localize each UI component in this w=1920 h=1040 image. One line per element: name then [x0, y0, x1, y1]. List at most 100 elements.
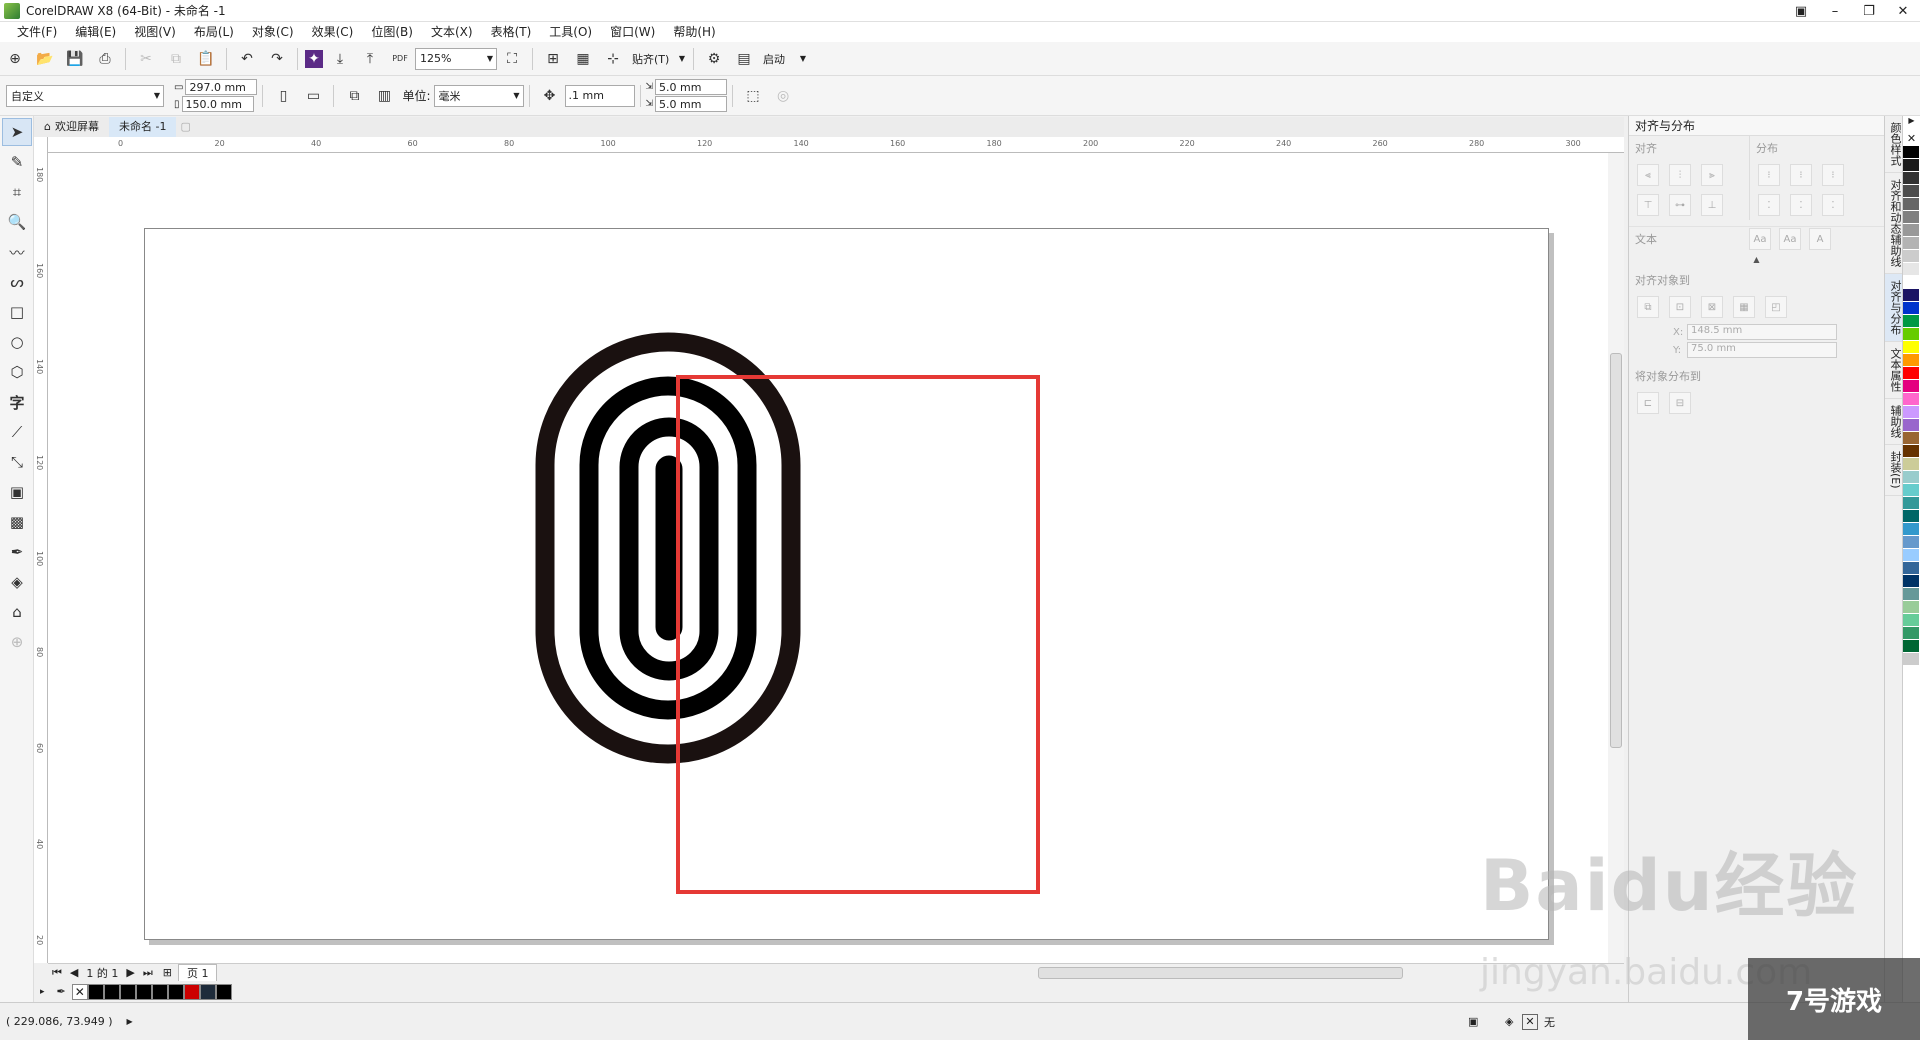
- menu-bitmaps[interactable]: 位图(B): [362, 22, 422, 42]
- transparency-tool-icon[interactable]: ▩: [2, 508, 32, 536]
- color-swatch[interactable]: [1903, 536, 1919, 549]
- color-swatch[interactable]: [1903, 419, 1919, 432]
- color-swatch[interactable]: [1903, 354, 1919, 367]
- import-icon[interactable]: ⤓: [327, 46, 353, 72]
- connector-tool-icon[interactable]: ⤡: [2, 448, 32, 476]
- color-swatch[interactable]: [1903, 523, 1919, 536]
- options-gear-icon[interactable]: ⚙: [701, 46, 727, 72]
- current-page-icon[interactable]: ▥: [371, 83, 397, 109]
- page-border-icon[interactable]: ⬚: [740, 83, 766, 109]
- doc-color-swatch[interactable]: [183, 983, 200, 1000]
- tab-welcome-screen[interactable]: ⌂ 欢迎屏幕: [34, 117, 109, 137]
- distribute-bottom-icon[interactable]: ⁚: [1822, 194, 1844, 216]
- duplicate-distance-x[interactable]: 5.0 mm: [655, 79, 728, 95]
- doc-color-swatch[interactable]: [151, 983, 168, 1000]
- color-swatch[interactable]: [1903, 614, 1919, 627]
- menu-table[interactable]: 表格(T): [482, 22, 541, 42]
- color-swatch[interactable]: [1903, 549, 1919, 562]
- interactive-fill-icon[interactable]: ◈: [2, 568, 32, 596]
- rectangle-tool-icon[interactable]: □: [2, 298, 32, 326]
- drawing-page[interactable]: [144, 228, 1549, 940]
- nudge-distance-input[interactable]: .1 mm: [564, 84, 635, 107]
- distribute-left-icon[interactable]: ⁝: [1758, 164, 1780, 186]
- horizontal-ruler[interactable]: 0 20 40 60 80 100 120 140 160 180 200 220 240 260 280 3…: [48, 137, 1624, 153]
- search-content-icon[interactable]: ✦: [305, 49, 323, 68]
- page-width-input[interactable]: 297.0 mm: [185, 79, 258, 95]
- color-swatch[interactable]: [1903, 601, 1919, 614]
- doc-color-swatch[interactable]: [103, 983, 120, 1000]
- menu-tools[interactable]: 工具(O): [540, 22, 601, 42]
- undo-icon[interactable]: ↶: [234, 46, 260, 72]
- zoom-tool-icon[interactable]: 🔍: [2, 208, 32, 236]
- grid-icon[interactable]: ▦: [1733, 296, 1755, 318]
- color-swatch[interactable]: [1903, 302, 1919, 315]
- collapse-arrow-icon[interactable]: ▲: [1629, 255, 1884, 264]
- menu-window[interactable]: 窗口(W): [601, 22, 664, 42]
- ellipse-tool-icon[interactable]: ○: [2, 328, 32, 356]
- color-swatch[interactable]: [1903, 146, 1919, 159]
- text-tool-icon[interactable]: 字: [2, 388, 32, 416]
- menu-file[interactable]: 文件(F): [8, 22, 66, 42]
- all-pages-icon[interactable]: ⧉: [341, 83, 367, 109]
- color-swatch[interactable]: [1903, 211, 1919, 224]
- doc-color-swatch[interactable]: [135, 983, 152, 1000]
- menu-view[interactable]: 视图(V): [125, 22, 185, 42]
- y-position-input[interactable]: 75.0 mm: [1687, 342, 1837, 358]
- cut-icon[interactable]: ✂: [133, 46, 159, 72]
- page-height-input[interactable]: 150.0 mm: [181, 96, 254, 112]
- color-proof-icon[interactable]: ▣: [1468, 1015, 1478, 1028]
- palette-scroll-up-icon[interactable]: ▶: [1903, 116, 1920, 132]
- distribute-page-icon[interactable]: ⊟: [1669, 392, 1691, 414]
- color-swatch[interactable]: [1903, 159, 1919, 172]
- menu-edit[interactable]: 编辑(E): [66, 22, 125, 42]
- text-first-line-icon[interactable]: Aa: [1749, 228, 1771, 250]
- menu-layout[interactable]: 布局(L): [185, 22, 243, 42]
- account-icon[interactable]: ▣: [1784, 0, 1818, 22]
- new-document-icon[interactable]: ⊕: [2, 46, 28, 72]
- paste-icon[interactable]: 📋: [193, 46, 219, 72]
- full-screen-icon[interactable]: ⛶: [499, 46, 525, 72]
- export-icon[interactable]: ⤒: [357, 46, 383, 72]
- color-swatch[interactable]: [1903, 328, 1919, 341]
- menu-help[interactable]: 帮助(H): [664, 22, 724, 42]
- color-swatch[interactable]: [1903, 471, 1919, 484]
- x-position-input[interactable]: 148.5 mm: [1687, 324, 1837, 340]
- restore-button[interactable]: ❐: [1852, 0, 1886, 22]
- color-swatch[interactable]: [1903, 380, 1919, 393]
- color-swatch[interactable]: [1903, 250, 1919, 263]
- eyedropper-icon[interactable]: ✒: [57, 985, 66, 998]
- menu-text[interactable]: 文本(X): [422, 22, 482, 42]
- zoom-combo[interactable]: 125% ▼: [415, 47, 497, 70]
- add-page-icon[interactable]: ⊞: [163, 966, 172, 979]
- drop-shadow-icon[interactable]: ▣: [2, 478, 32, 506]
- page-center-icon[interactable]: ⊠: [1701, 296, 1723, 318]
- color-swatch[interactable]: [1903, 562, 1919, 575]
- publish-pdf-icon[interactable]: PDF: [387, 46, 413, 72]
- smart-fill-icon[interactable]: ⌂: [2, 598, 32, 626]
- align-top-icon[interactable]: ⊤: [1637, 194, 1659, 216]
- color-swatch[interactable]: [1903, 575, 1919, 588]
- polygon-tool-icon[interactable]: ⬡: [2, 358, 32, 386]
- show-guidelines-icon[interactable]: ⊹: [600, 46, 626, 72]
- color-swatch[interactable]: [1903, 406, 1919, 419]
- color-swatch[interactable]: [1903, 393, 1919, 406]
- launch-dropdown[interactable]: 启动 ▼: [759, 48, 809, 70]
- page-edge-icon[interactable]: ⊡: [1669, 296, 1691, 318]
- color-eyedropper-icon[interactable]: ✒: [2, 538, 32, 566]
- menu-object[interactable]: 对象(C): [243, 22, 303, 42]
- color-swatch[interactable]: [1903, 445, 1919, 458]
- page-tab[interactable]: 页 1: [177, 964, 218, 981]
- landscape-icon[interactable]: ▭: [300, 83, 326, 109]
- status-arrow-icon[interactable]: ▶: [127, 1017, 133, 1026]
- text-bbox-icon[interactable]: A: [1809, 228, 1831, 250]
- distribute-right-icon[interactable]: ⁝: [1822, 164, 1844, 186]
- portrait-icon[interactable]: ▯: [270, 83, 296, 109]
- unit-dropdown[interactable]: 毫米 ▼: [433, 84, 524, 107]
- close-button[interactable]: ✕: [1886, 0, 1920, 22]
- no-fill-swatch[interactable]: ✕: [1903, 132, 1920, 146]
- color-swatch[interactable]: [1903, 289, 1919, 302]
- align-right-icon[interactable]: ⫸: [1701, 164, 1723, 186]
- color-swatch[interactable]: [1903, 224, 1919, 237]
- color-swatch[interactable]: [1903, 341, 1919, 354]
- color-swatch[interactable]: [1903, 172, 1919, 185]
